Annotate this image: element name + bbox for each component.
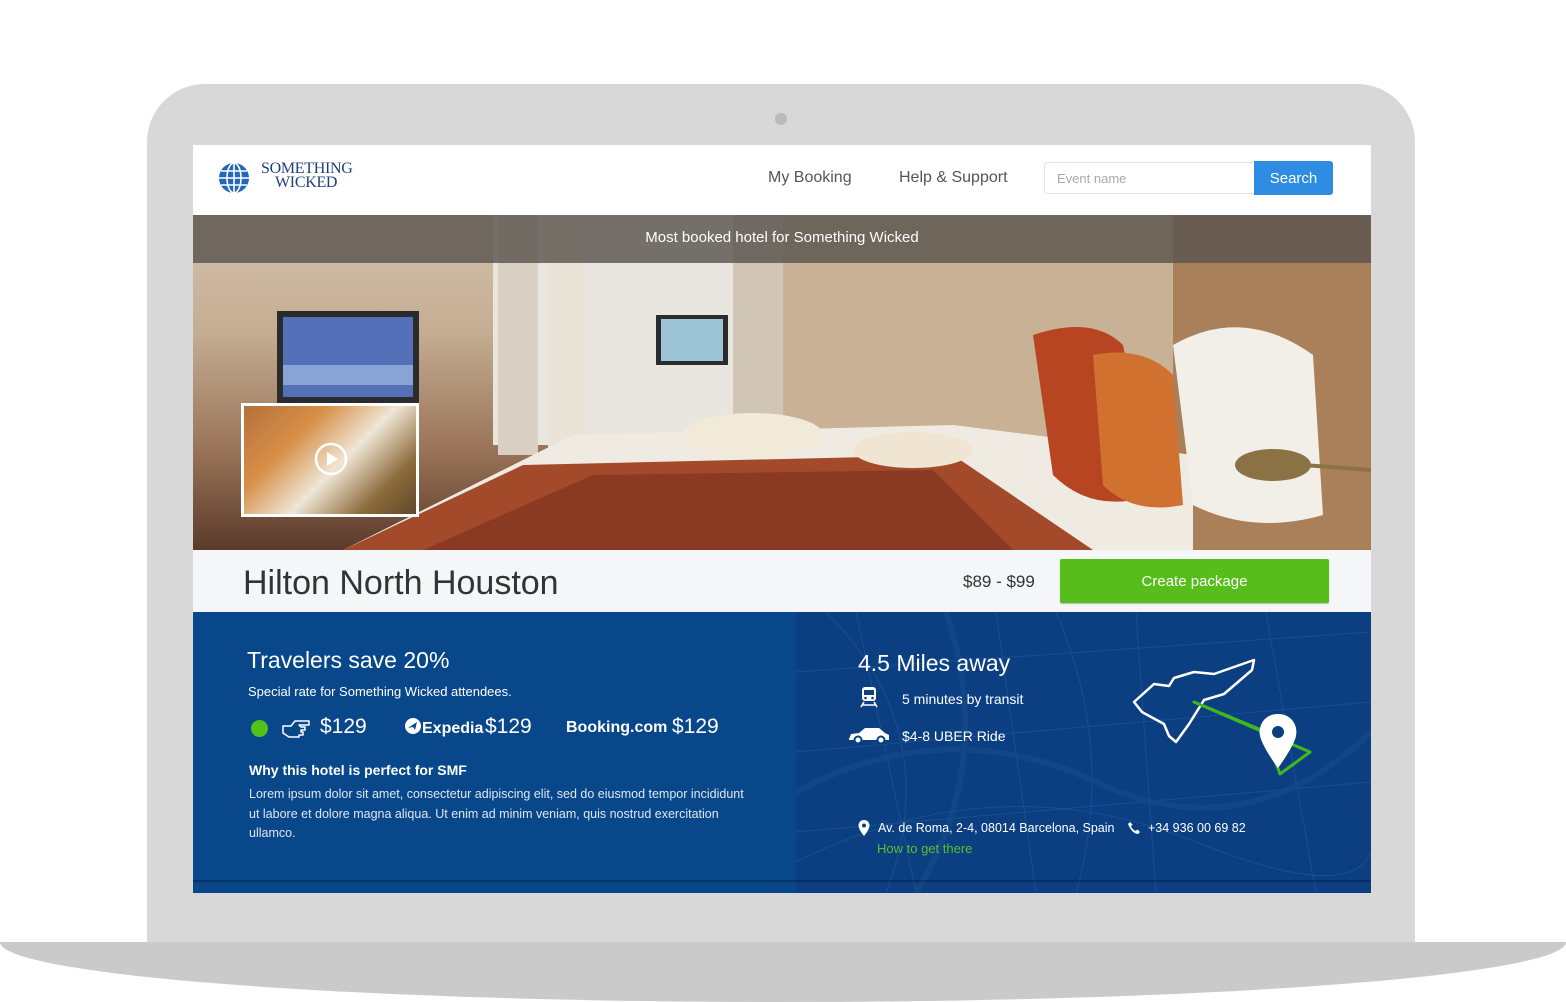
offer-subtitle: Special rate for Something Wicked attend…: [248, 684, 512, 699]
route-map-graphic: [1132, 658, 1312, 776]
panel-divider: [193, 880, 1371, 882]
plane-icon: [405, 718, 421, 734]
nav-my-booking[interactable]: My Booking: [768, 169, 852, 187]
location-panel: 4.5 Miles away 5 minutes by transit $4-8…: [796, 612, 1371, 893]
why-title: Why this hotel is perfect for SMF: [249, 762, 467, 778]
uber-price: $4-8 UBER Ride: [902, 728, 1006, 744]
search-button[interactable]: Search: [1254, 161, 1333, 195]
expedia-rate-price: $129: [485, 715, 532, 738]
expedia-logo: Expedia: [404, 717, 483, 738]
directions-link[interactable]: How to get there: [877, 841, 972, 856]
browser-screen: SOMETHING WICKED My Booking Help & Suppo…: [193, 145, 1371, 893]
offer-panel: Travelers save 20% Special rate for Some…: [193, 612, 796, 893]
transit-time: 5 minutes by transit: [902, 691, 1024, 707]
why-body: Lorem ipsum dolor sit amet, consectetur …: [249, 787, 744, 840]
nav-help-support[interactable]: Help & Support: [899, 169, 1008, 187]
map-pin-icon: [858, 820, 870, 836]
offer-title: Travelers save 20%: [247, 647, 450, 673]
hotel-address: Av. de Roma, 2-4, 08014 Barcelona, Spain: [878, 821, 1115, 835]
logo-line-2: WICKED: [275, 174, 338, 191]
hero-banner: Most booked hotel for Something Wicked: [193, 215, 1371, 263]
play-icon[interactable]: [314, 442, 348, 476]
expedia-label: Expedia: [422, 720, 484, 737]
booking-rate-price: $129: [672, 715, 719, 738]
selected-rate-indicator: [251, 720, 268, 737]
distance-label: 4.5 Miles away: [858, 650, 1011, 676]
car-icon: [849, 728, 889, 745]
price-range: $89 - $99: [963, 572, 1035, 591]
phone-icon: [1128, 822, 1140, 834]
globe-icon[interactable]: [218, 162, 250, 194]
hotel-title-bar: Hilton North Houston $89 - $99 Create pa…: [193, 550, 1371, 612]
video-thumbnail[interactable]: [241, 403, 419, 517]
pointing-hand-icon: [282, 720, 310, 738]
booking-com-logo: Booking.com: [566, 719, 668, 736]
train-icon: [860, 687, 878, 708]
site-header: SOMETHING WICKED My Booking Help & Suppo…: [193, 145, 1371, 215]
map-pin-icon: [1259, 714, 1297, 768]
laptop-camera: [775, 113, 787, 125]
direct-rate-price: $129: [320, 715, 367, 738]
laptop-base: [0, 942, 1566, 1002]
create-package-button[interactable]: Create package: [1060, 559, 1329, 603]
hotel-hero-image: Most booked hotel for Something Wicked: [193, 215, 1371, 550]
hotel-name: Hilton North Houston: [243, 564, 559, 602]
brand-logo-text[interactable]: SOMETHING WICKED: [261, 161, 353, 191]
hotel-phone[interactable]: +34 936 00 69 82: [1148, 821, 1246, 835]
event-search-input[interactable]: [1044, 162, 1254, 194]
